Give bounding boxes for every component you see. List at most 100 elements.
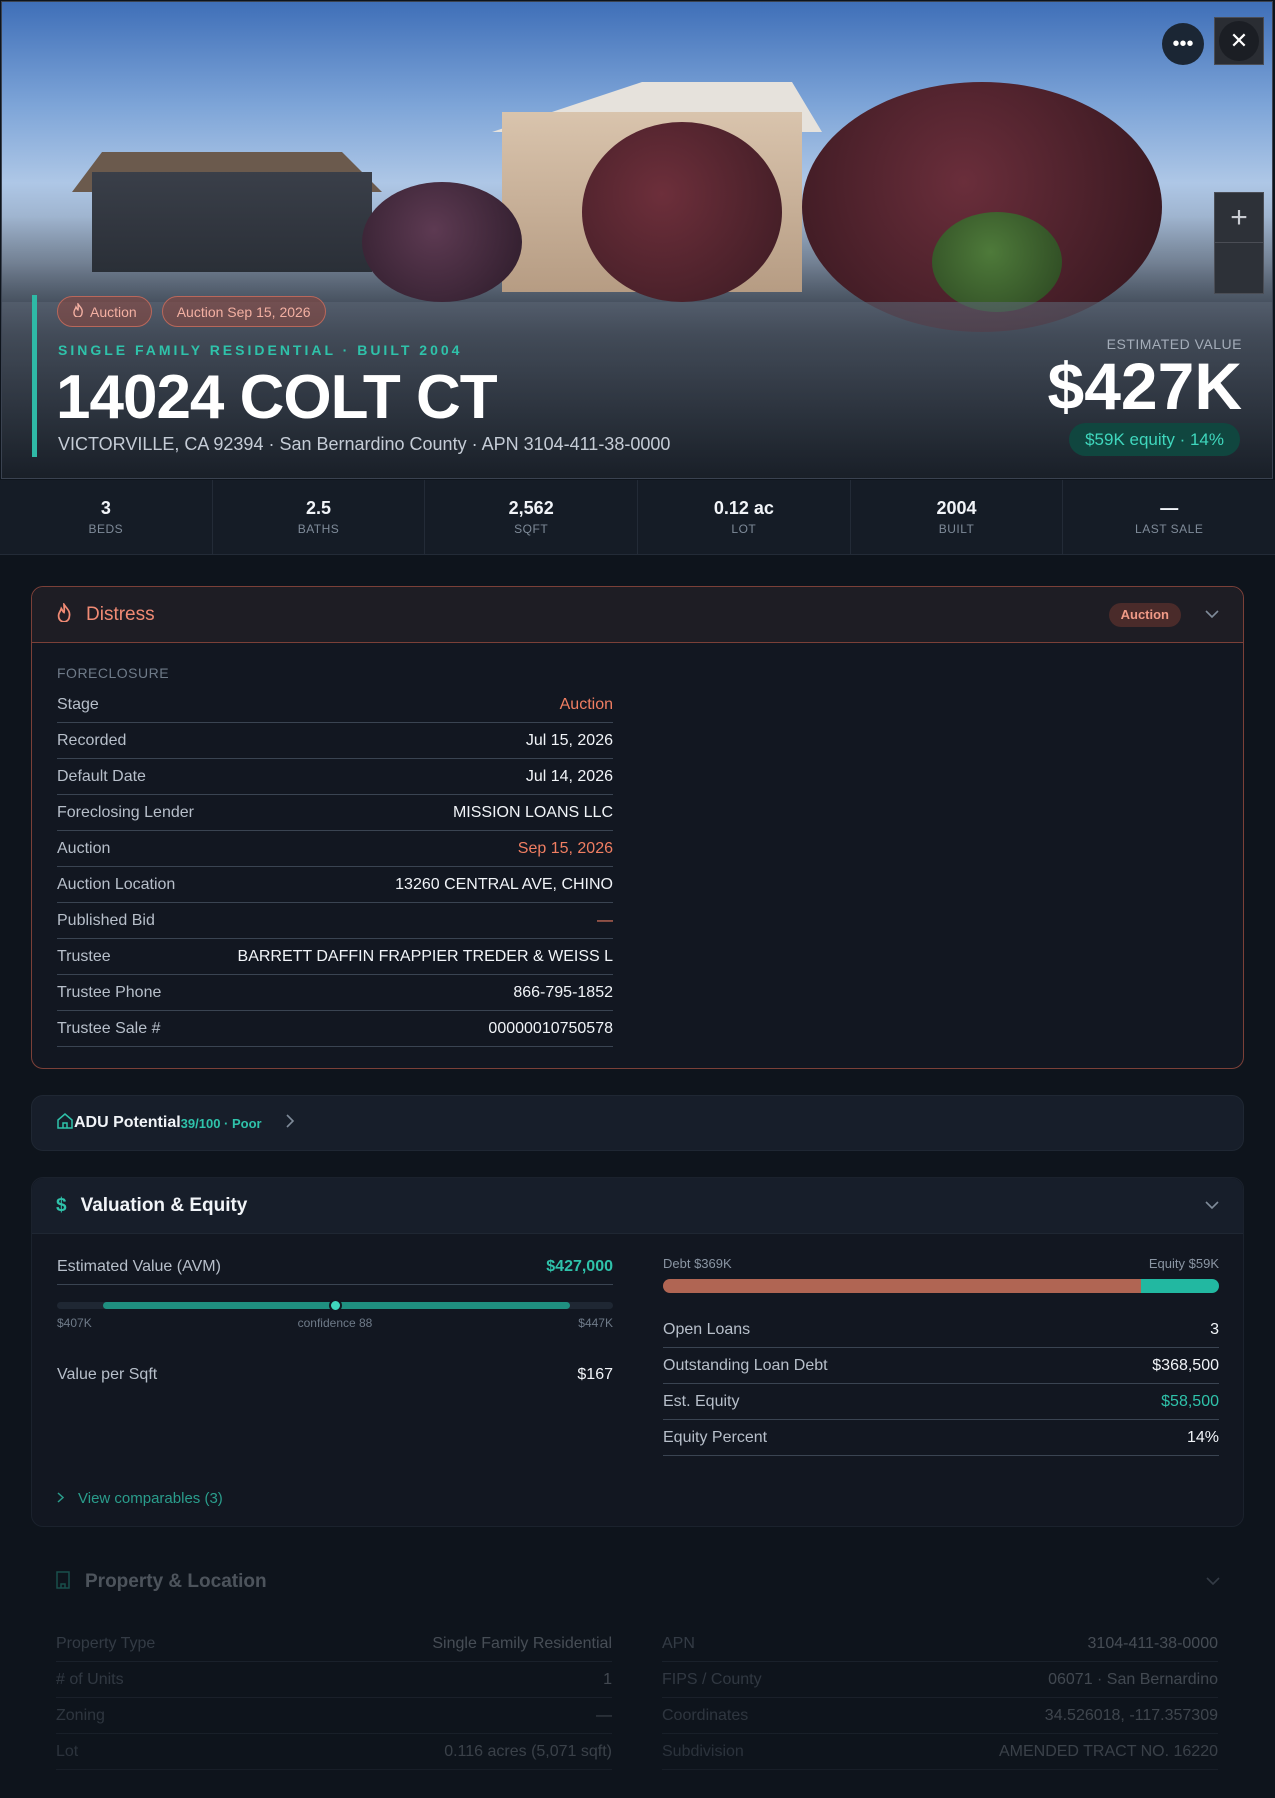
chevron-down-icon[interactable] [1205, 1197, 1219, 1215]
auction-chip: Auction [57, 296, 152, 327]
stat-label: SQFT [514, 522, 549, 536]
valuation-header[interactable]: $ Valuation & Equity [32, 1178, 1243, 1234]
foreclosure-section-label: FORECLOSURE [57, 665, 170, 681]
location-row-label: Subdivision [662, 1742, 744, 1760]
zoom-control[interactable]: + [1214, 192, 1264, 294]
stat-value: — [1160, 498, 1179, 518]
location-row-value: 3104-411-38-0000 [1087, 1634, 1218, 1652]
loan-row: Equity Percent 14% [663, 1420, 1219, 1456]
photo-tree [582, 122, 782, 302]
foreclosure-row-value: — [597, 911, 613, 929]
adu-card[interactable]: ADU Potential 39/100 · Poor [31, 1095, 1244, 1151]
foreclosure-row: Published Bid — [57, 903, 613, 939]
foreclosure-row-value: Sep 15, 2026 [517, 839, 613, 857]
close-icon: ✕ [1229, 28, 1249, 53]
property-address: 14024 COLT CT [56, 363, 498, 432]
property-eyebrow: SINGLE FAMILY RESIDENTIAL · BUILT 2004 [58, 342, 463, 358]
zoom-in-button[interactable]: + [1215, 193, 1263, 243]
stat-last-sale: — LAST SALE [1063, 480, 1275, 554]
value-per-sqft-row: Value per Sqft $167 [57, 1366, 613, 1384]
vps-label: Value per Sqft [57, 1366, 158, 1383]
distress-header[interactable]: Distress Auction [32, 587, 1243, 643]
avm-range-bar [57, 1299, 613, 1312]
foreclosure-row: Auction Sep 15, 2026 [57, 831, 613, 867]
hero-photo: ••• ✕ + Auction Auction Sep 15, 2026 SIN… [1, 1, 1273, 479]
auction-chip-label: Auction [90, 303, 137, 320]
chevron-right-icon [57, 1490, 65, 1507]
valuation-card: $ Valuation & Equity Estimated Value (AV… [31, 1177, 1244, 1527]
foreclosure-row-value: MISSION LOANS LLC [452, 803, 613, 821]
foreclosure-row-value: 00000010750578 [488, 1019, 613, 1037]
foreclosure-row-label: Foreclosing Lender [57, 803, 194, 821]
view-comparables-link[interactable]: View comparables (3) [57, 1490, 223, 1507]
chevron-down-icon[interactable] [1206, 1573, 1220, 1591]
loan-row-label: Equity Percent [663, 1428, 768, 1446]
foreclosure-row: Stage Auction [57, 687, 613, 723]
location-row: APN 3104-411-38-0000 [662, 1626, 1218, 1662]
stat-value: 2,562 [508, 498, 554, 518]
distress-card: Distress Auction FORECLOSURE Stage Auctio… [31, 586, 1244, 1069]
chevron-down-icon[interactable] [1205, 606, 1219, 624]
foreclosure-row: Auction Location 13260 CENTRAL AVE, CHINO [57, 867, 613, 903]
avm-row: Estimated Value (AVM) $427,000 [57, 1258, 613, 1285]
foreclosure-row: Trustee BARRETT DAFFIN FRAPPIER TREDER & … [57, 939, 613, 975]
home-icon [56, 1112, 74, 1135]
flame-icon [72, 301, 84, 320]
foreclosure-row-value: Jul 14, 2026 [525, 767, 613, 785]
property-row: Property Type Single Family Residential [56, 1626, 612, 1662]
location-row-label: APN [662, 1634, 695, 1652]
foreclosure-row-label: Trustee [57, 947, 111, 965]
distress-badge: Auction [1108, 602, 1181, 627]
foreclosure-row-value: BARRETT DAFFIN FRAPPIER TREDER & WEISS L [237, 947, 613, 965]
foreclosure-row-label: Auction [57, 839, 111, 857]
equity-label: Equity $59K [1148, 1256, 1219, 1271]
loan-row-value: $58,500 [1161, 1392, 1219, 1410]
property-subaddress: VICTORVILLE, CA 92394 · San Bernardino C… [58, 434, 671, 454]
foreclosure-row-label: Recorded [57, 731, 127, 749]
status-chips: Auction Auction Sep 15, 2026 [57, 296, 326, 327]
property-location-card: Property & Location Property Type Single … [31, 1554, 1244, 1798]
foreclosure-row-label: Auction Location [57, 875, 176, 893]
zoom-out-button[interactable] [1215, 243, 1263, 293]
stat-value: 0.12 ac [713, 498, 774, 518]
stat-sqft: 2,562 SQFT [425, 480, 639, 554]
chevron-right-icon[interactable] [286, 1113, 295, 1133]
foreclosure-row: Recorded Jul 15, 2026 [57, 723, 613, 759]
property-header[interactable]: Property & Location [31, 1554, 1244, 1610]
property-row: # of Units 1 [56, 1662, 612, 1698]
property-row-label: Zoning [56, 1706, 105, 1724]
foreclosure-row: Default Date Jul 14, 2026 [57, 759, 613, 795]
more-options-button[interactable]: ••• [1162, 23, 1204, 65]
location-row-value: AMENDED TRACT NO. 16220 [998, 1742, 1218, 1760]
property-title: Property & Location [85, 1571, 267, 1592]
more-icon: ••• [1172, 32, 1194, 55]
equity-segment [1141, 1279, 1219, 1293]
close-button[interactable]: ✕ [1214, 17, 1264, 65]
debt-equity-bar [663, 1279, 1219, 1293]
stat-value: 2.5 [305, 498, 332, 518]
loan-row-label: Est. Equity [663, 1392, 740, 1410]
range-confidence: confidence 88 [297, 1316, 373, 1330]
stat-label: BUILT [938, 522, 975, 536]
stat-label: BEDS [88, 522, 124, 536]
loan-row: Est. Equity $58,500 [663, 1384, 1219, 1420]
avm-range-marker [329, 1299, 342, 1312]
estimated-value: $427K [1047, 349, 1243, 423]
auction-date-chip: Auction Sep 15, 2026 [161, 296, 326, 327]
foreclosure-row-label: Trustee Sale # [57, 1019, 161, 1037]
property-row-label: Property Type [56, 1634, 156, 1652]
foreclosure-row: Foreclosing Lender MISSION LOANS LLC [57, 795, 613, 831]
photo-tree [362, 182, 522, 302]
dollar-icon: $ [56, 1194, 67, 1216]
building-icon [55, 1570, 71, 1594]
stat-beds: 3 BEDS [0, 480, 213, 554]
property-row-label: # of Units [56, 1670, 124, 1688]
foreclosure-row-label: Stage [57, 695, 99, 713]
debt-segment [663, 1279, 1142, 1293]
property-row-value: 1 [603, 1670, 612, 1688]
avm-label: Estimated Value (AVM) [57, 1258, 221, 1275]
stat-label: LAST SALE [1135, 522, 1204, 536]
avm-range-labels: $407K confidence 88 $447K [57, 1316, 613, 1330]
property-row: Lot 0.116 acres (5,071 sqft) [56, 1734, 612, 1770]
range-high: $447K [578, 1316, 613, 1330]
